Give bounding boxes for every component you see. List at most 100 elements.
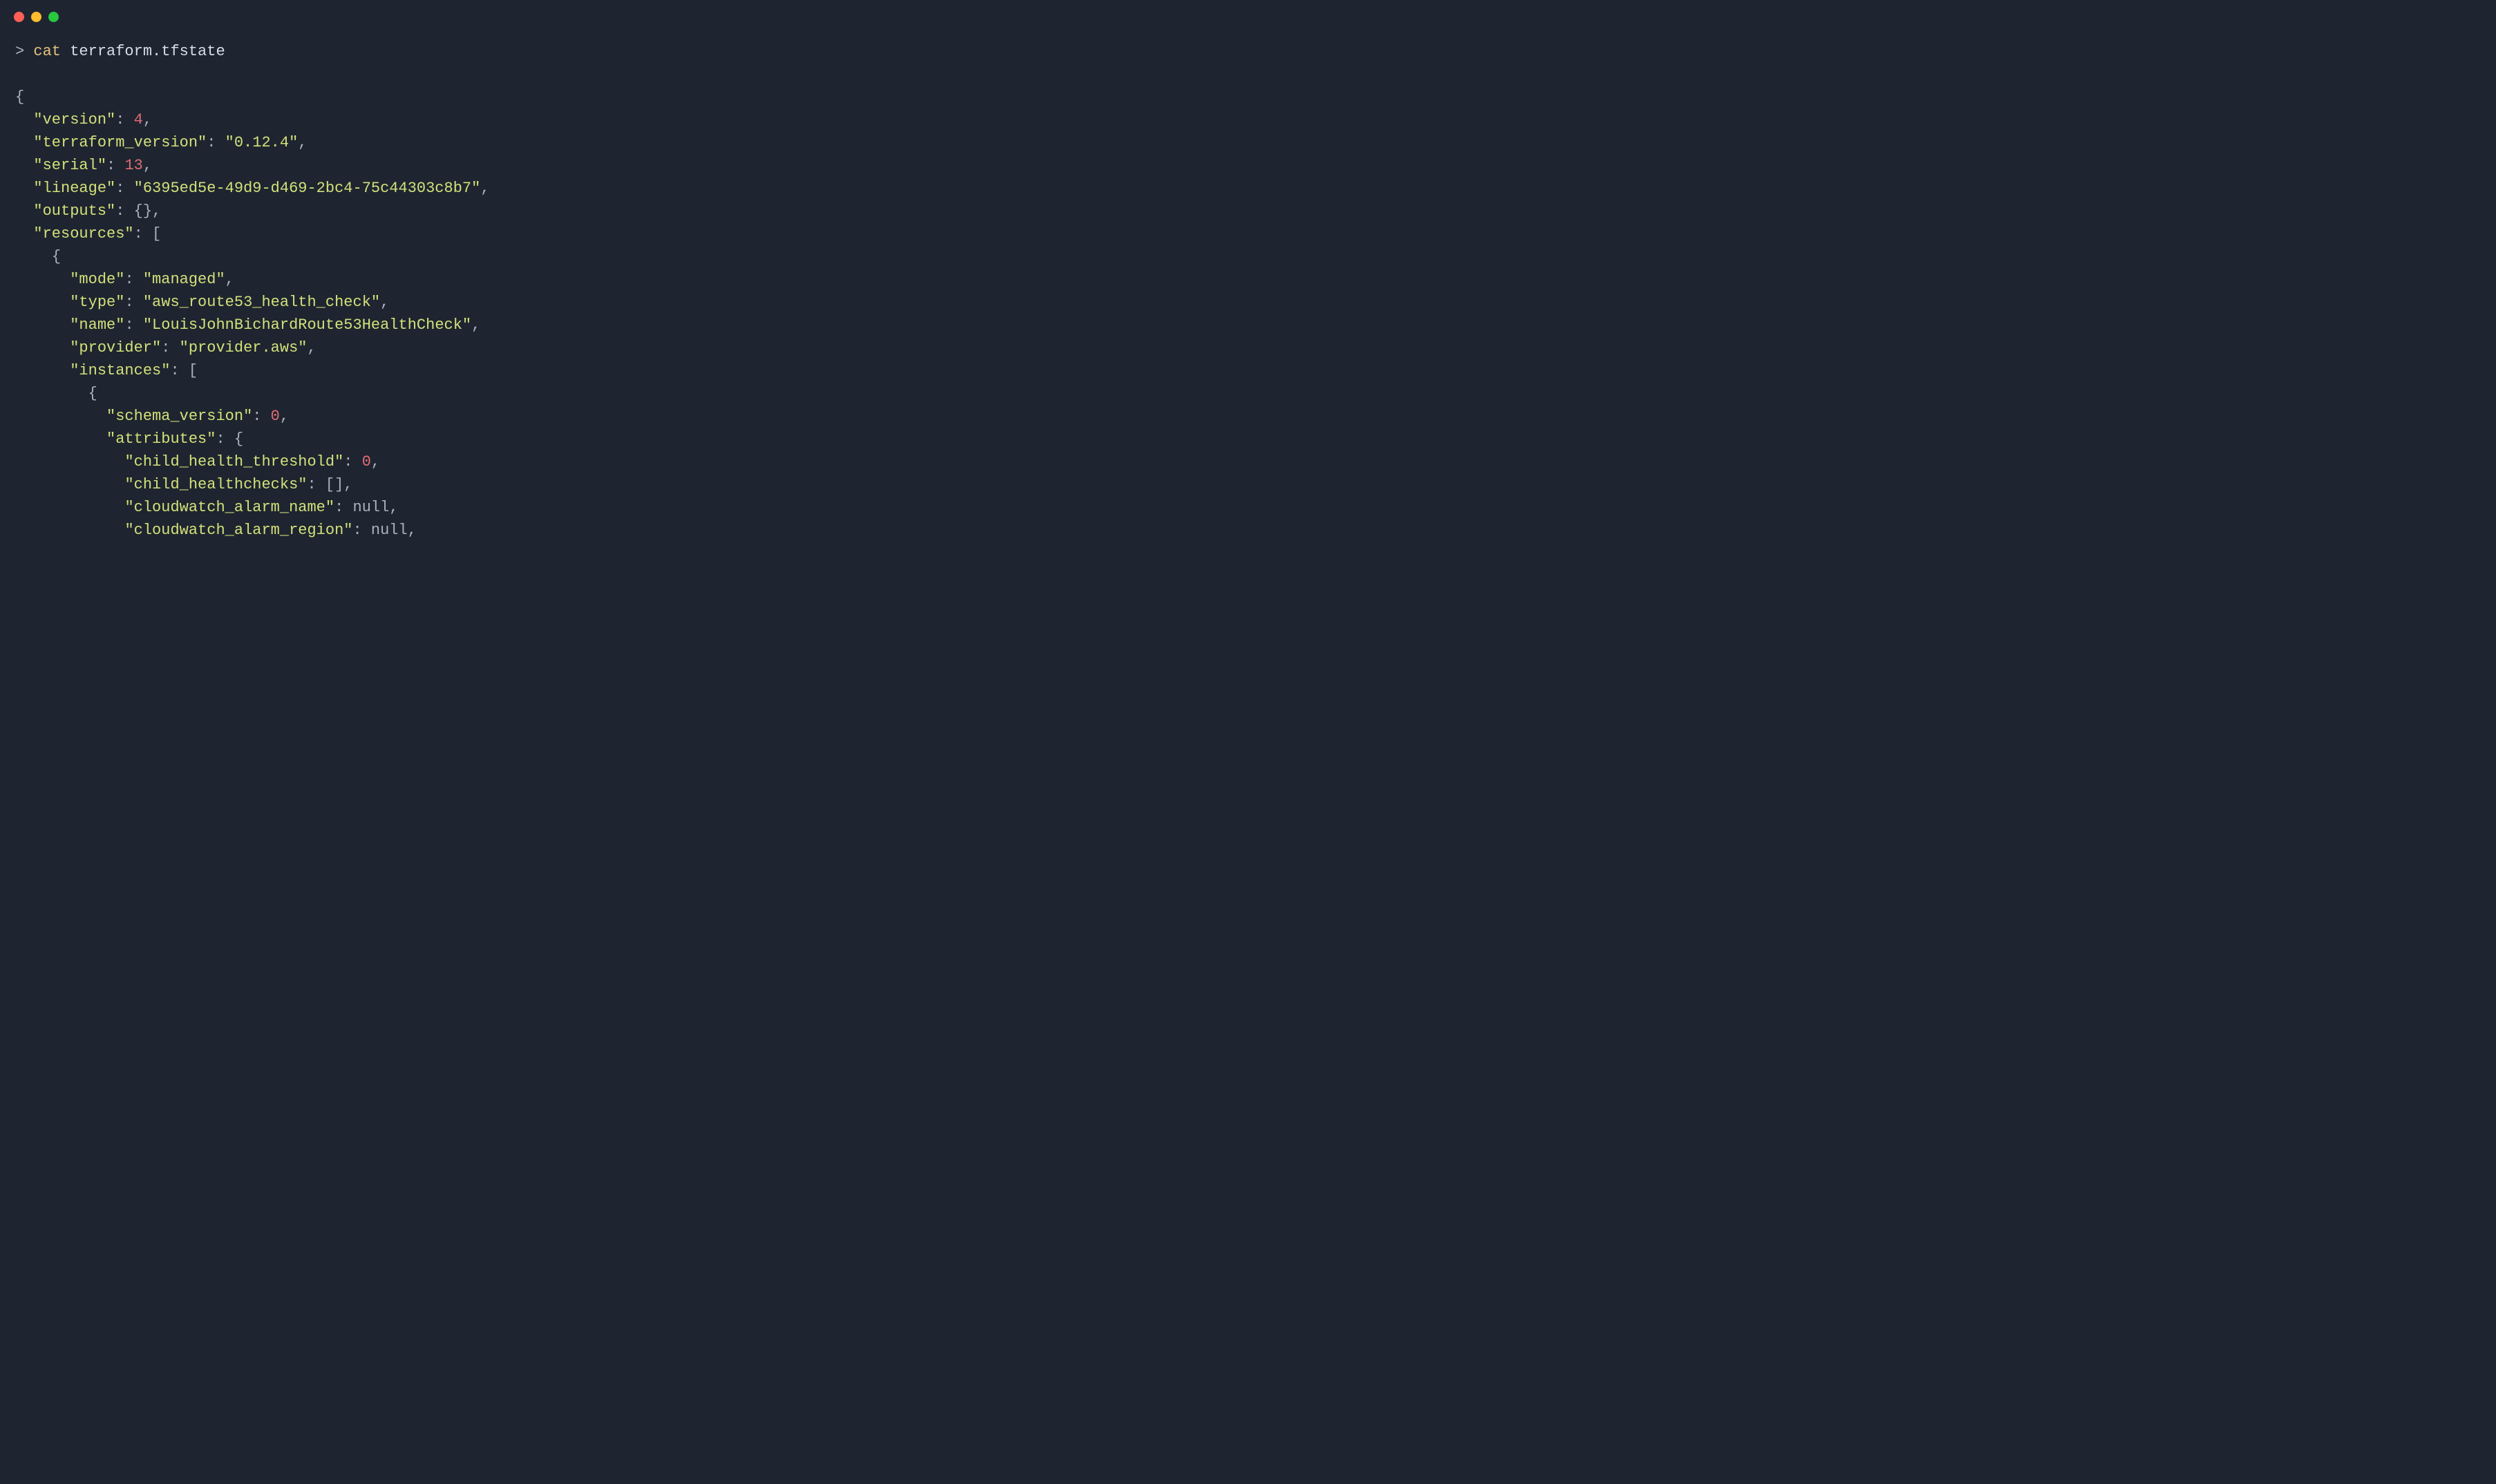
comma: , [380,294,389,311]
json-key: "schema_version" [106,408,252,425]
colon: : [307,476,325,493]
close-icon[interactable] [14,12,24,22]
comma: , [343,476,352,493]
json-line: "cloudwatch_alarm_name": null, [15,496,963,519]
json-line: { [15,86,963,108]
indent [15,316,70,334]
indent [15,522,124,539]
json-line: "mode": "managed", [15,268,963,291]
indent [15,180,33,197]
json-number: 0 [362,453,371,470]
colon: : [216,430,234,448]
colon: : [124,294,142,311]
indent [15,430,106,448]
indent [15,362,70,379]
json-line: { [15,245,963,268]
json-number: 13 [124,157,142,174]
json-number: 0 [271,408,280,425]
colon: : [124,271,142,288]
brace-open: { [52,248,61,265]
colon: : [115,202,133,220]
brace-open: { [234,430,243,448]
colon: : [207,134,225,151]
indent [15,134,33,151]
indent [15,271,70,288]
command-line: > cat terraform.tfstate [15,40,963,63]
indent [15,499,124,516]
json-line: "child_health_threshold": 0, [15,450,963,473]
json-key: "serial" [33,157,106,174]
json-key: "terraform_version" [33,134,207,151]
colon: : [343,453,361,470]
json-string: "6395ed5e-49d9-d469-2bc4-75c44303c8b7" [134,180,481,197]
colon: : [115,180,133,197]
json-key: "instances" [70,362,170,379]
minimize-icon[interactable] [31,12,41,22]
json-key: "attributes" [106,430,216,448]
json-string: "provider.aws" [180,339,308,356]
comma: , [280,408,289,425]
json-key: "outputs" [33,202,115,220]
json-key: "lineage" [33,180,115,197]
json-line: "name": "LouisJohnBichardRoute53HealthCh… [15,314,963,336]
command: cat [33,43,61,60]
titlebar [0,0,978,33]
indent [15,248,52,265]
comma: , [298,134,307,151]
json-line: { [15,382,963,405]
json-line: "schema_version": 0, [15,405,963,428]
comma: , [225,271,234,288]
json-key: "provider" [70,339,161,356]
empty-object: {} [134,202,152,220]
comma: , [408,522,417,539]
terminal-window: > cat terraform.tfstate { "version": 4, … [0,0,978,582]
colon: : [115,111,133,129]
brace-open: { [88,385,97,402]
indent [15,476,124,493]
indent [15,408,106,425]
bracket-open: [ [152,225,161,242]
json-key: "cloudwatch_alarm_region" [124,522,352,539]
json-number: 4 [134,111,143,129]
comma: , [389,499,398,516]
json-null: null [371,522,408,539]
colon: : [124,316,142,334]
indent [15,202,33,220]
json-string: "aws_route53_health_check" [143,294,380,311]
json-key: "mode" [70,271,124,288]
json-line: "terraform_version": "0.12.4", [15,131,963,154]
json-line: "attributes": { [15,428,963,450]
colon: : [161,339,179,356]
empty-array: [] [325,476,343,493]
json-key: "child_healthchecks" [124,476,307,493]
terminal-output[interactable]: > cat terraform.tfstate { "version": 4, … [0,33,978,557]
json-line: "child_healthchecks": [], [15,473,963,496]
maximize-icon[interactable] [48,12,59,22]
comma: , [143,157,152,174]
json-line: "version": 4, [15,108,963,131]
json-key: "type" [70,294,124,311]
indent [15,453,124,470]
bracket-open: [ [189,362,198,379]
colon: : [334,499,352,516]
brace-open: { [15,88,24,106]
json-line: "cloudwatch_alarm_region": null, [15,519,963,542]
comma: , [371,453,380,470]
command-argument: terraform.tfstate [61,43,225,60]
colon: : [170,362,188,379]
colon: : [106,157,124,174]
indent [15,111,33,129]
json-line: "serial": 13, [15,154,963,177]
json-line: "lineage": "6395ed5e-49d9-d469-2bc4-75c4… [15,177,963,200]
json-line: "resources": [ [15,222,963,245]
comma: , [480,180,489,197]
indent [15,339,70,356]
json-key: "cloudwatch_alarm_name" [124,499,334,516]
colon: : [134,225,152,242]
blank-line [15,63,963,86]
json-key: "resources" [33,225,133,242]
json-line: "provider": "provider.aws", [15,336,963,359]
indent [15,294,70,311]
json-line: "type": "aws_route53_health_check", [15,291,963,314]
comma: , [308,339,316,356]
